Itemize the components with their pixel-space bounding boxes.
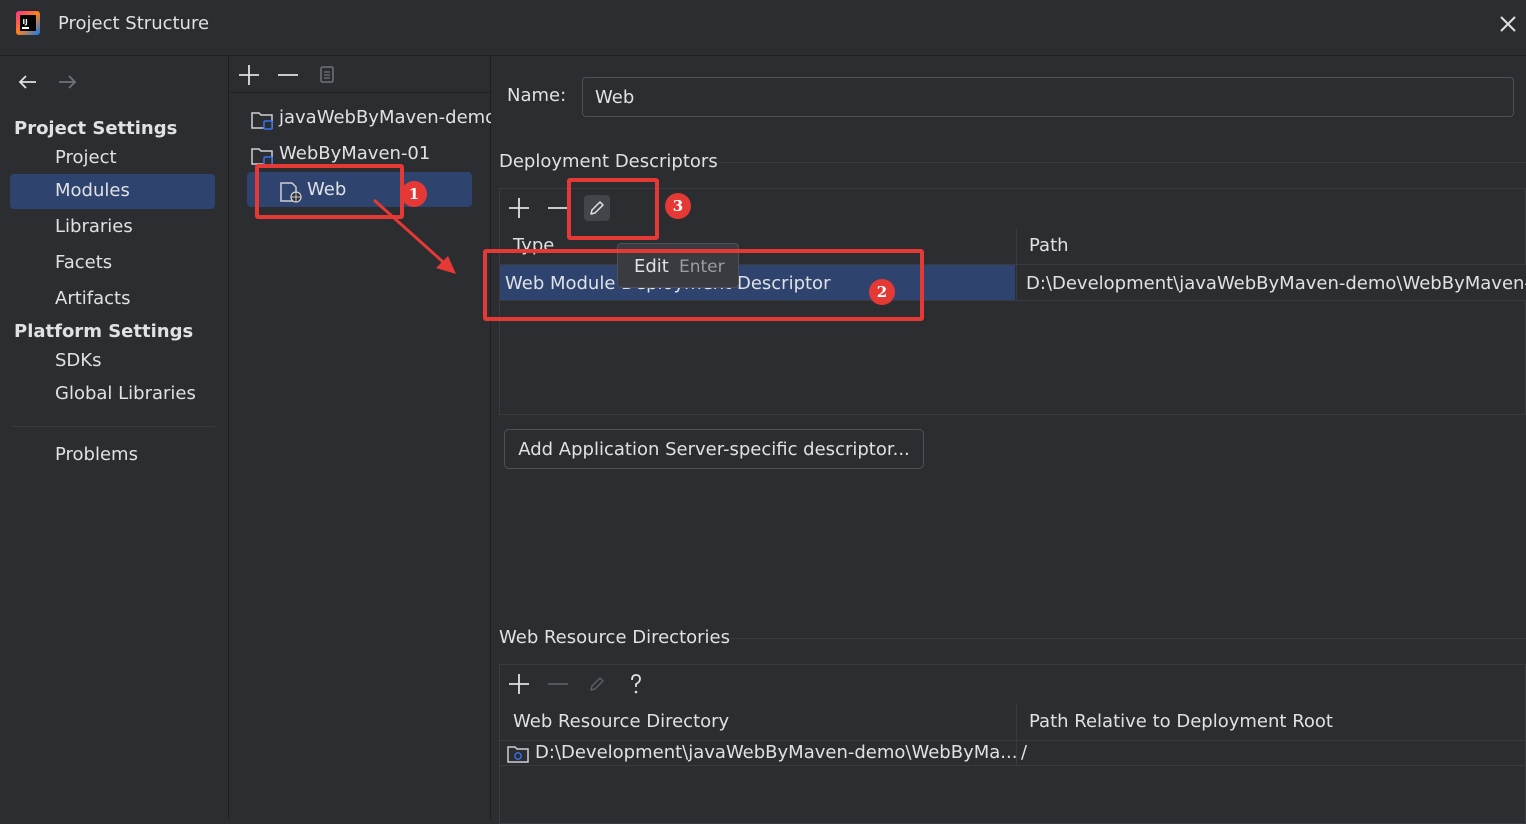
annotation-arrow xyxy=(372,198,456,274)
resource-relative-path-text: / xyxy=(1021,742,1028,763)
web-resource-directories-title: Web Resource Directories xyxy=(499,627,730,648)
row-divider xyxy=(500,765,1526,766)
group-divider xyxy=(730,638,1526,639)
group-divider xyxy=(718,162,1526,163)
nav-item-project[interactable]: Project xyxy=(10,141,215,176)
forward-arrow-icon[interactable] xyxy=(55,70,79,94)
copy-icon[interactable] xyxy=(314,62,340,88)
intellij-logo-icon: IJ xyxy=(16,11,40,35)
close-icon[interactable] xyxy=(1496,12,1520,36)
nav-item-modules[interactable]: Modules xyxy=(10,174,215,209)
annotation-badge-3: 3 xyxy=(665,193,691,219)
add-icon[interactable] xyxy=(236,62,262,88)
nav-divider xyxy=(12,426,215,427)
resource-directory-text: D:\Development\javaWebByMaven-demo\WebBy… xyxy=(535,742,1018,763)
tree-toolbar-divider xyxy=(229,92,490,93)
edit-resource-icon[interactable] xyxy=(584,671,610,697)
back-arrow-icon[interactable] xyxy=(16,70,40,94)
platform-settings-heading: Platform Settings xyxy=(14,321,194,342)
annotation-box-descriptor xyxy=(483,249,924,321)
descriptor-path-text: D:\Development\javaWebByMaven-demo\WebBy… xyxy=(1026,273,1526,294)
nav-item-libraries[interactable]: Libraries xyxy=(10,210,215,245)
remove-icon[interactable] xyxy=(275,62,301,88)
deployment-descriptors-title: Deployment Descriptors xyxy=(499,151,718,172)
add-resource-icon[interactable] xyxy=(506,671,532,697)
nav-item-facets[interactable]: Facets xyxy=(10,246,215,281)
path-column-header[interactable]: Path xyxy=(1029,235,1069,256)
remove-resource-icon[interactable] xyxy=(545,671,571,697)
add-server-descriptor-button[interactable]: Add Application Server-specific descript… xyxy=(504,429,924,469)
help-icon[interactable] xyxy=(623,671,649,697)
window-title: Project Structure xyxy=(58,13,210,34)
annotation-badge-2: 2 xyxy=(869,279,895,305)
name-input[interactable] xyxy=(582,77,1514,117)
add-descriptor-icon[interactable] xyxy=(506,195,532,221)
name-label: Name: xyxy=(507,85,567,106)
web-folder-icon xyxy=(507,746,529,763)
title-bar xyxy=(0,0,1526,56)
svg-text:IJ: IJ xyxy=(23,18,28,26)
project-settings-heading: Project Settings xyxy=(14,118,178,139)
nav-item-artifacts[interactable]: Artifacts xyxy=(10,282,215,317)
nav-item-problems[interactable]: Problems xyxy=(10,438,215,473)
nav-item-global-libraries[interactable]: Global Libraries xyxy=(10,377,215,412)
module-folder-icon xyxy=(251,112,273,130)
nav-item-sdks[interactable]: SDKs xyxy=(10,344,215,379)
relative-path-column-header[interactable]: Path Relative to Deployment Root xyxy=(1029,711,1333,732)
annotation-box-edit xyxy=(567,178,659,240)
resource-directory-column-header[interactable]: Web Resource Directory xyxy=(513,711,729,732)
